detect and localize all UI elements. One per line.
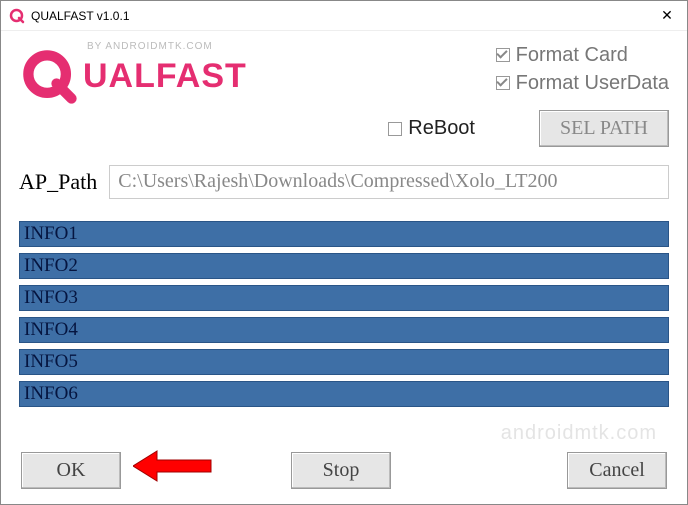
close-icon[interactable]: ✕ (647, 1, 687, 31)
titlebar: QUALFAST v1.0.1 ✕ (1, 1, 687, 31)
logo-row: UALFAST (19, 46, 247, 106)
ap-path-label: AP_Path (19, 169, 97, 195)
checkbox-icon (388, 122, 402, 136)
options-panel: Format Card Format UserData (496, 39, 669, 95)
list-item: INFO3 (19, 285, 669, 311)
ap-path-input[interactable]: C:\Users\Rajesh\Downloads\Compressed\Xol… (109, 165, 669, 199)
list-item: INFO5 (19, 349, 669, 375)
sel-path-button[interactable]: SEL PATH (539, 110, 669, 147)
info-list: INFO1 INFO2 INFO3 INFO4 INFO5 INFO6 (19, 221, 669, 407)
logo-wordmark: UALFAST (83, 57, 247, 96)
logo-q-icon (19, 46, 79, 106)
app-icon (9, 8, 25, 24)
ok-button[interactable]: OK (21, 452, 121, 489)
format-card-checkbox[interactable]: Format Card (496, 43, 669, 67)
client-area: BY ANDROIDMTK.COM UALFAST Format Card Fo… (1, 31, 687, 505)
checkbox-icon (496, 76, 510, 90)
reboot-checkbox[interactable]: ReBoot (388, 117, 475, 140)
format-userdata-checkbox[interactable]: Format UserData (496, 71, 669, 95)
top-row: BY ANDROIDMTK.COM UALFAST Format Card Fo… (19, 31, 669, 106)
list-item: INFO4 (19, 317, 669, 343)
reboot-label: ReBoot (408, 117, 475, 140)
bottom-row: OK Stop Cancel (21, 452, 667, 489)
cancel-button[interactable]: Cancel (567, 452, 667, 489)
stop-button[interactable]: Stop (291, 452, 391, 489)
path-row: AP_Path C:\Users\Rajesh\Downloads\Compre… (19, 165, 669, 199)
list-item: INFO2 (19, 253, 669, 279)
window-title: QUALFAST v1.0.1 (31, 9, 130, 23)
format-card-label: Format Card (516, 43, 628, 67)
logo-area: BY ANDROIDMTK.COM UALFAST (19, 39, 247, 106)
watermark: androidmtk.com (501, 422, 657, 445)
list-item: INFO1 (19, 221, 669, 247)
checkbox-icon (496, 48, 510, 62)
mid-row: ReBoot SEL PATH (19, 110, 669, 147)
list-item: INFO6 (19, 381, 669, 407)
format-userdata-label: Format UserData (516, 71, 669, 95)
